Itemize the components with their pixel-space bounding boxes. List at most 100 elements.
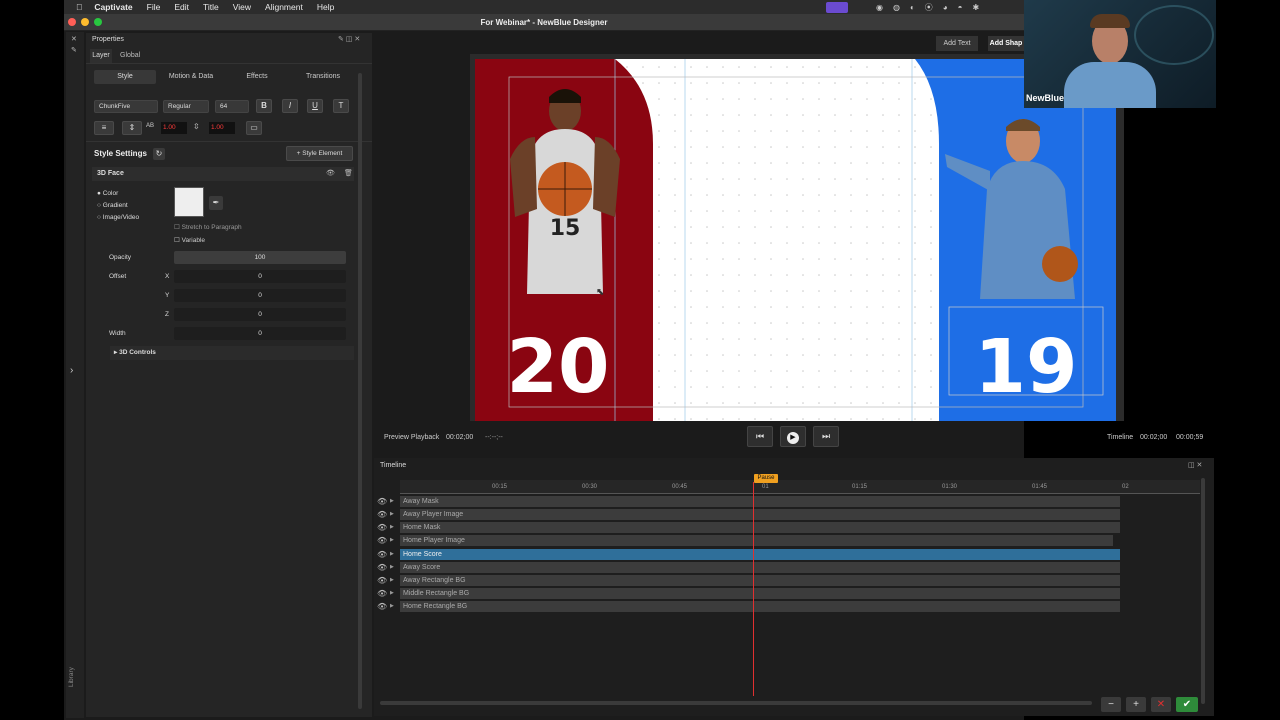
- layer-away-player-image[interactable]: Away Player Image: [400, 509, 1120, 520]
- tab-global[interactable]: Global: [120, 49, 140, 63]
- apple-icon[interactable]: : [76, 2, 82, 12]
- title-canvas[interactable]: 20 19 15: [475, 59, 1116, 421]
- visibility-icon[interactable]: 👁: [326, 169, 335, 177]
- expand-icon[interactable]: ▶: [390, 601, 396, 612]
- eyedropper-icon[interactable]: ✒: [209, 196, 223, 210]
- layer-away-score[interactable]: Away Score: [400, 562, 1120, 573]
- font-weight-select[interactable]: Regular: [163, 100, 209, 113]
- home-score[interactable]: 20: [507, 324, 610, 410]
- menu-app[interactable]: Captivate: [94, 2, 132, 12]
- skip-forward-button[interactable]: ⏭: [813, 426, 839, 447]
- font-family-select[interactable]: ChunkFive: [94, 100, 158, 113]
- add-style-element-button[interactable]: + Style Element: [286, 146, 353, 161]
- layer-home-mask[interactable]: Home Mask: [400, 522, 1120, 533]
- add-shape-button[interactable]: Add Shap: [988, 36, 1024, 51]
- eye-icon[interactable]: 👁: [377, 510, 387, 520]
- text-box-icon[interactable]: ▭: [246, 121, 262, 135]
- menu-view[interactable]: View: [233, 2, 251, 12]
- add-text-button[interactable]: Add Text: [936, 36, 978, 51]
- expand-icon[interactable]: ▶: [390, 535, 396, 546]
- expand-arrow-icon[interactable]: ›: [70, 365, 73, 376]
- width-input[interactable]: 0: [174, 327, 346, 340]
- subtab-motion-data[interactable]: Motion & Data: [160, 70, 222, 84]
- section-header[interactable]: 3D Face 👁 🗑: [92, 167, 354, 181]
- expand-icon[interactable]: ▶: [390, 496, 396, 507]
- underline-button[interactable]: U: [307, 99, 323, 113]
- offset-y-input[interactable]: 0: [174, 289, 346, 302]
- layer-away-mask[interactable]: Away Mask: [400, 496, 1120, 507]
- eye-icon[interactable]: 👁: [377, 576, 387, 586]
- eye-icon[interactable]: 👁: [377, 497, 387, 507]
- panel-scrollbar[interactable]: [358, 73, 362, 709]
- cancel-button[interactable]: ✕: [1151, 697, 1171, 712]
- timeline-ruler[interactable]: [400, 480, 1200, 494]
- radio-image-video[interactable]: ○ Image/Video: [97, 212, 139, 224]
- timeline-panel-controls[interactable]: ◫ ✕: [1188, 461, 1202, 469]
- line-spacing-input[interactable]: 1.00: [209, 122, 235, 134]
- menu-edit[interactable]: Edit: [174, 2, 189, 12]
- library-tab[interactable]: Library: [68, 657, 75, 687]
- eye-icon[interactable]: 👁: [377, 563, 387, 573]
- playhead-line[interactable]: [753, 482, 754, 696]
- eye-icon[interactable]: 👁: [377, 589, 387, 599]
- trash-icon[interactable]: 🗑: [344, 169, 353, 177]
- timeline-vscrollbar[interactable]: [1201, 478, 1205, 704]
- eye-icon[interactable]: 👁: [377, 536, 387, 546]
- align-icon[interactable]: ≡: [94, 121, 114, 135]
- subtab-effects[interactable]: Effects: [226, 70, 288, 84]
- zoom-window-icon[interactable]: [94, 18, 102, 26]
- subtab-transitions[interactable]: Transitions: [292, 70, 354, 84]
- expand-icon[interactable]: ▶: [390, 588, 396, 599]
- bold-button[interactable]: B: [256, 99, 272, 113]
- variable-checkbox[interactable]: ☐ Variable: [174, 236, 205, 244]
- layer-away-rectangle-bg[interactable]: Away Rectangle BG: [400, 575, 1120, 586]
- zoom-in-button[interactable]: +: [1126, 697, 1146, 712]
- layer-middle-rectangle-bg[interactable]: Middle Rectangle BG: [400, 588, 1120, 599]
- layer-home-rectangle-bg[interactable]: Home Rectangle BG: [400, 601, 1120, 612]
- skip-back-button[interactable]: ⏮: [747, 426, 773, 447]
- reset-icon[interactable]: ↻: [153, 148, 165, 160]
- play-button[interactable]: ▶: [780, 426, 806, 447]
- expand-icon[interactable]: ▶: [390, 549, 396, 560]
- playhead-marker[interactable]: Pause: [754, 474, 778, 483]
- zoom-out-button[interactable]: −: [1101, 697, 1121, 712]
- stretch-checkbox[interactable]: ☐ Stretch to Paragraph: [174, 223, 242, 231]
- expand-icon[interactable]: ▶: [390, 522, 396, 533]
- expand-icon[interactable]: ▶: [390, 562, 396, 573]
- valign-icon[interactable]: ⇕: [122, 121, 142, 135]
- tool-icon[interactable]: ✎: [71, 46, 84, 54]
- minimize-window-icon[interactable]: [81, 18, 89, 26]
- radio-gradient[interactable]: ○ Gradient: [97, 200, 139, 212]
- menu-alignment[interactable]: Alignment: [265, 2, 303, 12]
- expand-icon[interactable]: ▶: [390, 509, 396, 520]
- eye-icon[interactable]: 👁: [377, 602, 387, 612]
- tick-0045: 00:45: [672, 484, 688, 490]
- font-size-select[interactable]: 64: [215, 100, 249, 113]
- timeline-hscrollbar[interactable]: [380, 701, 1092, 705]
- italic-button[interactable]: I: [282, 99, 298, 113]
- confirm-button[interactable]: ✔: [1176, 697, 1198, 712]
- close-window-icon[interactable]: [68, 18, 76, 26]
- menu-title[interactable]: Title: [203, 2, 219, 12]
- opacity-slider[interactable]: 100: [174, 251, 346, 264]
- screen-share-icon[interactable]: [826, 2, 848, 13]
- menu-help[interactable]: Help: [317, 2, 334, 12]
- text-transform-button[interactable]: T: [333, 99, 349, 113]
- radio-color[interactable]: ● Color: [97, 188, 139, 200]
- letter-spacing-input[interactable]: 1.00: [161, 122, 187, 134]
- color-swatch[interactable]: [174, 187, 204, 217]
- menu-file[interactable]: File: [147, 2, 161, 12]
- eye-icon[interactable]: 👁: [377, 523, 387, 533]
- offset-x-input[interactable]: 0: [174, 270, 346, 283]
- pin-icon[interactable]: ✕: [71, 35, 84, 43]
- tab-layer[interactable]: Layer: [90, 49, 112, 63]
- offset-z-input[interactable]: 0: [174, 308, 346, 321]
- panel-controls-icon[interactable]: ✎ ◫ ✕: [338, 35, 360, 43]
- layer-home-player-image[interactable]: Home Player Image: [400, 535, 1113, 546]
- 3d-controls-section[interactable]: ▸ 3D Controls: [110, 346, 354, 360]
- expand-icon[interactable]: ▶: [390, 575, 396, 586]
- away-score[interactable]: 19: [975, 324, 1078, 410]
- layer-home-score[interactable]: Home Score: [400, 549, 1120, 560]
- subtab-style[interactable]: Style: [94, 70, 156, 84]
- eye-icon[interactable]: 👁: [377, 550, 387, 560]
